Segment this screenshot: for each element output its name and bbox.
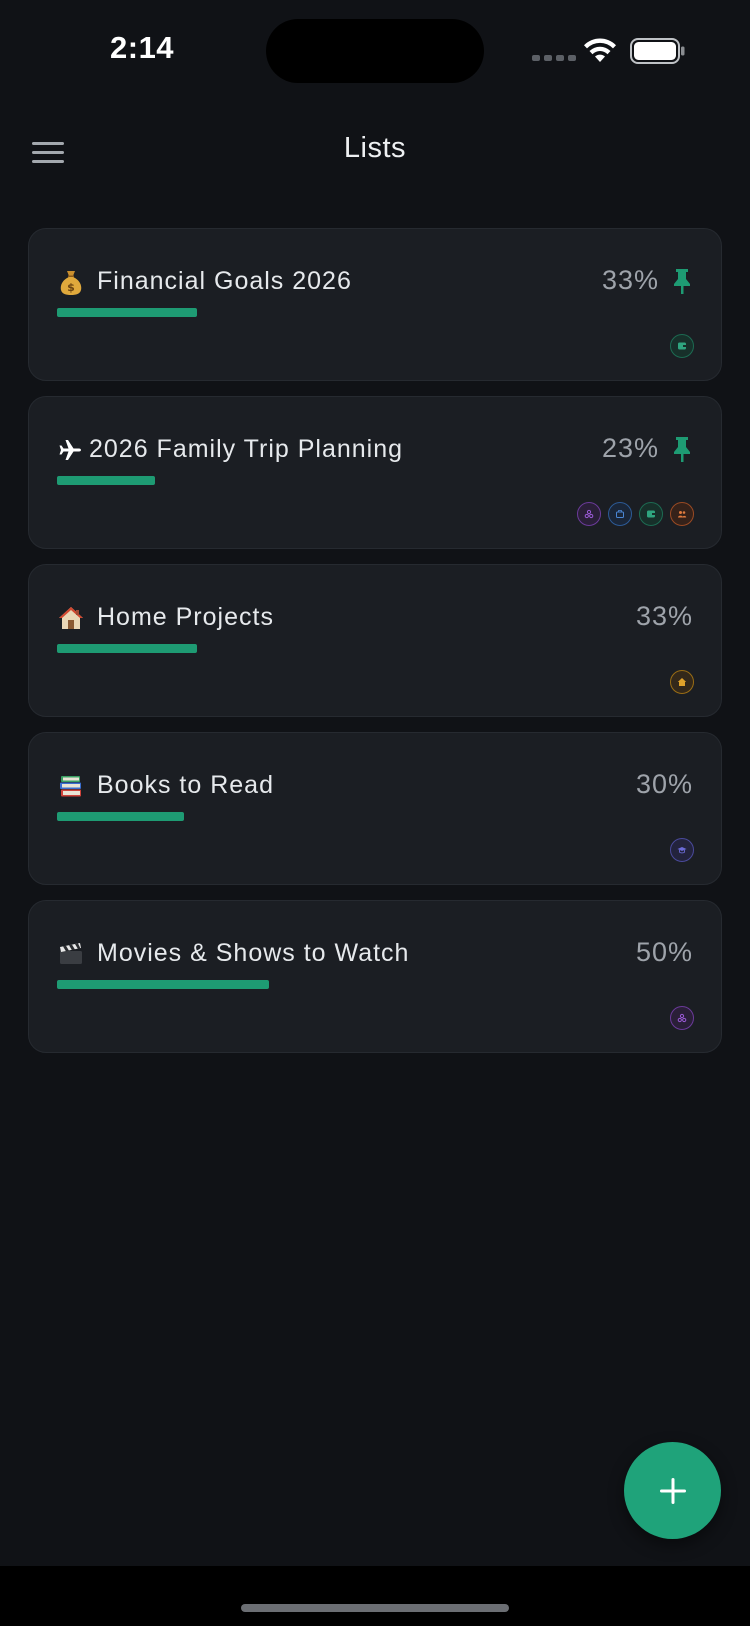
list-card-financial-goals[interactable]: $ Financial Goals 2026 33% bbox=[28, 228, 722, 381]
lists-container: $ Financial Goals 2026 33% 2026 Family T… bbox=[28, 228, 722, 1068]
progress-bar bbox=[57, 812, 481, 821]
list-card-family-trip[interactable]: 2026 Family Trip Planning 23% bbox=[28, 396, 722, 549]
entertainment-tag-icon bbox=[670, 1006, 694, 1030]
pin-icon[interactable] bbox=[671, 267, 693, 295]
bottom-safe-area bbox=[0, 1566, 750, 1626]
page-title: Lists bbox=[343, 132, 407, 164]
airplane-icon bbox=[57, 435, 85, 465]
progress-percent: 33% bbox=[635, 601, 693, 631]
home-tag-icon bbox=[670, 670, 694, 694]
list-title: Financial Goals 2026 bbox=[97, 267, 352, 295]
svg-text:$: $ bbox=[67, 281, 75, 294]
wifi-icon bbox=[584, 38, 616, 62]
tag-row bbox=[670, 670, 694, 694]
progress-percent: 50% bbox=[635, 937, 693, 967]
house-icon bbox=[57, 603, 85, 633]
progress-percent: 23% bbox=[601, 433, 659, 463]
tag-row bbox=[670, 334, 694, 358]
list-card-movies[interactable]: Movies & Shows to Watch 50% bbox=[28, 900, 722, 1053]
app-header: Lists bbox=[0, 120, 750, 184]
status-bar: 2:14 bbox=[0, 0, 750, 100]
add-list-button[interactable] bbox=[624, 1442, 721, 1539]
progress-bar bbox=[57, 980, 481, 989]
list-title: Home Projects bbox=[97, 603, 274, 631]
list-card-books[interactable]: Books to Read 30% bbox=[28, 732, 722, 885]
progress-percent: 33% bbox=[601, 265, 659, 295]
cellular-signal-icon bbox=[532, 55, 576, 61]
entertainment-tag-icon bbox=[577, 502, 601, 526]
dynamic-island bbox=[266, 19, 484, 83]
list-title: Movies & Shows to Watch bbox=[97, 939, 410, 967]
clapper-board-icon bbox=[57, 939, 85, 969]
money-bag-icon: $ bbox=[57, 267, 85, 297]
battery-icon bbox=[630, 38, 685, 64]
tag-row bbox=[577, 502, 694, 526]
tag-row bbox=[670, 1006, 694, 1030]
list-card-home-projects[interactable]: Home Projects 33% bbox=[28, 564, 722, 717]
family-tag-icon bbox=[670, 502, 694, 526]
progress-bar bbox=[57, 644, 481, 653]
travel-tag-icon bbox=[608, 502, 632, 526]
progress-bar bbox=[57, 308, 481, 317]
home-indicator[interactable] bbox=[241, 1604, 509, 1612]
progress-bar bbox=[57, 476, 481, 485]
education-tag-icon bbox=[670, 838, 694, 862]
books-icon bbox=[57, 771, 85, 801]
list-title: 2026 Family Trip Planning bbox=[89, 435, 404, 463]
finance-tag-icon bbox=[670, 334, 694, 358]
list-title: Books to Read bbox=[97, 771, 274, 799]
progress-percent: 30% bbox=[635, 769, 693, 799]
finance-tag-icon bbox=[639, 502, 663, 526]
tag-row bbox=[670, 838, 694, 862]
pin-icon[interactable] bbox=[671, 435, 693, 463]
plus-icon bbox=[659, 1477, 686, 1504]
status-time: 2:14 bbox=[110, 30, 175, 65]
